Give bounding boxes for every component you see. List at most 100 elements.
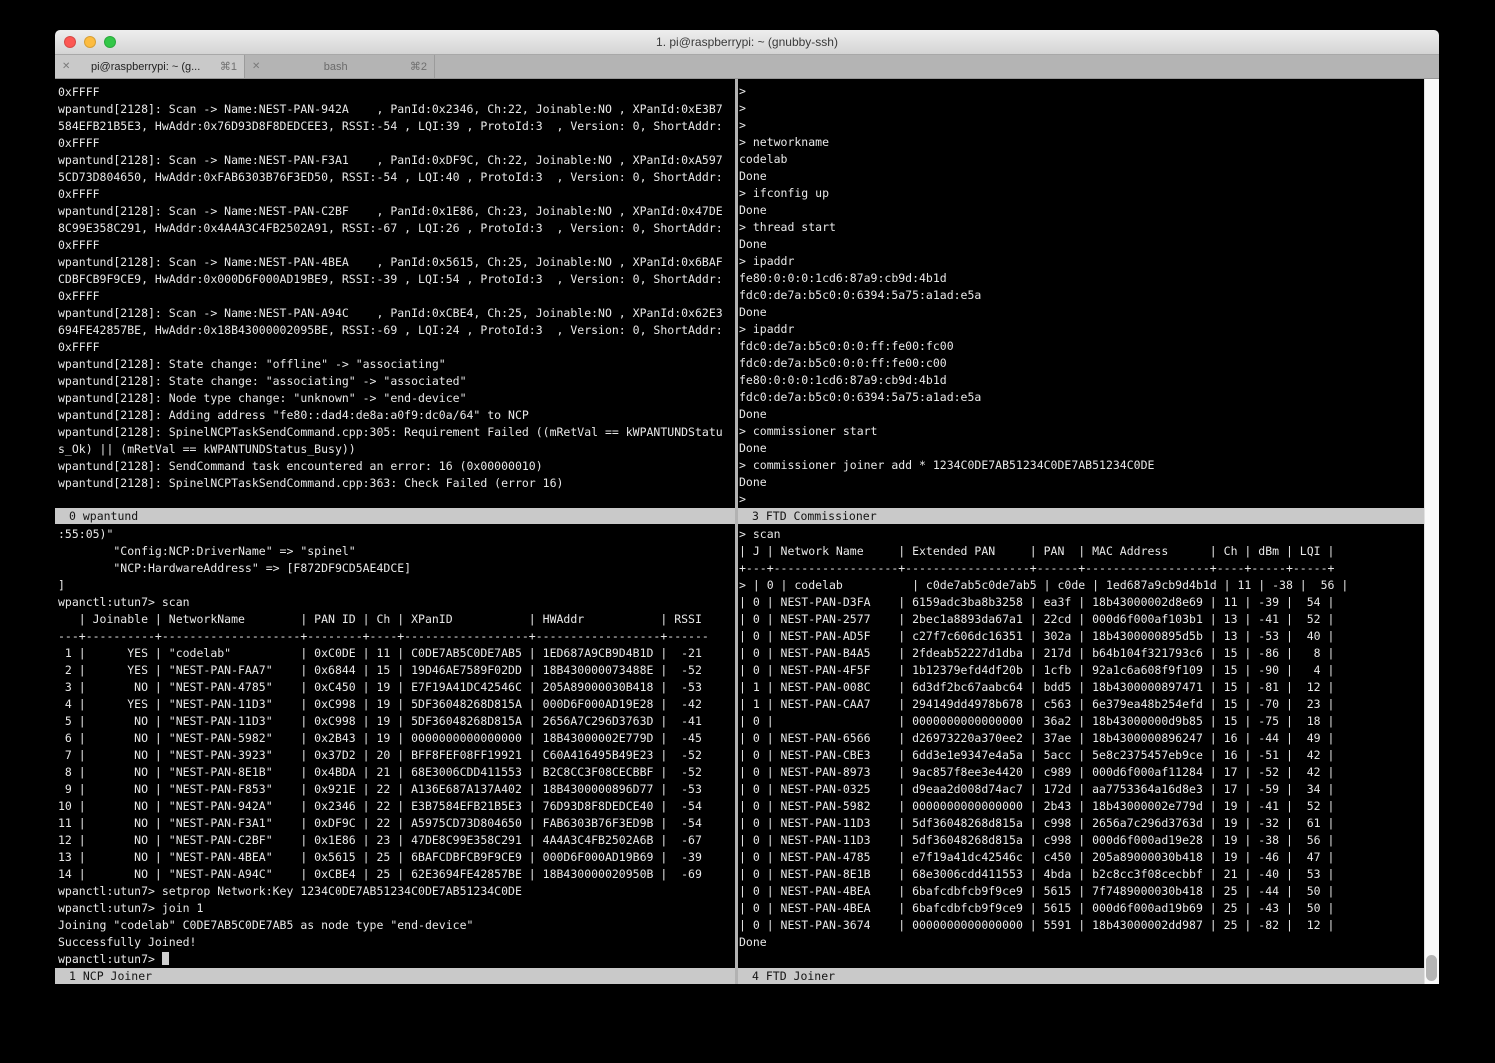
terminal-line: "NCP:HardwareAddress" => [F872DF9CD5AE4D… <box>58 560 734 577</box>
terminal-line: 694FE42857BE, HwAddr:0x18B43000002095BE,… <box>58 322 734 339</box>
terminal-line: wpantund[2128]: State change: "associati… <box>58 373 734 390</box>
terminal-line: 10 | NO | "NEST-PAN-942A" | 0x2346 | 22 … <box>58 798 734 815</box>
terminal-line: 0xFFFF <box>58 186 734 203</box>
terminal-line: > ipaddr <box>739 321 1423 338</box>
terminal-line: fdc0:de7a:b5c0:0:0:ff:fe00:c00 <box>739 355 1423 372</box>
terminal-line: | 0 | NEST-PAN-5982 | 0000000000000000 |… <box>739 798 1423 815</box>
terminal-content: 0xFFFFwpantund[2128]: Scan -> Name:NEST-… <box>55 79 1439 985</box>
terminal-line: wpanctl:utun7> <box>58 951 734 967</box>
minimize-window-button[interactable] <box>84 36 96 48</box>
terminal-line: CDBFCB9F9CE9, HwAddr:0x000D6F000AD19BE9,… <box>58 271 734 288</box>
terminal-line: Done <box>739 304 1423 321</box>
terminal-line: wpantund[2128]: SendCommand task encount… <box>58 458 734 475</box>
terminal-line: Done <box>739 934 1423 951</box>
terminal-line: 5CD73D804650, HwAddr:0xFAB6303B76F3ED50,… <box>58 169 734 186</box>
terminal-line: wpantund[2128]: Scan -> Name:NEST-PAN-A9… <box>58 305 734 322</box>
terminal-line: 0xFFFF <box>58 84 734 101</box>
terminal-line: > commissioner joiner add * 1234C0DE7AB5… <box>739 457 1423 474</box>
text-cursor <box>162 952 169 965</box>
terminal-line: > | 0 | codelab | c0de7ab5c0de7ab5 | c0d… <box>739 577 1423 594</box>
terminal-line: wpantund[2128]: Scan -> Name:NEST-PAN-94… <box>58 101 734 118</box>
pane-ftd-commissioner-cli[interactable]: >>>> networknamecodelabDone> ifconfig up… <box>739 83 1423 508</box>
window-titlebar[interactable]: 1. pi@raspberrypi: ~ (gnubby-ssh) <box>55 30 1439 55</box>
terminal-line: wpantund[2128]: Scan -> Name:NEST-PAN-4B… <box>58 254 734 271</box>
terminal-line: 11 | NO | "NEST-PAN-F3A1" | 0xDF9C | 22 … <box>58 815 734 832</box>
terminal-line: wpantund[2128]: SpinelNCPTaskSendCommand… <box>58 424 734 441</box>
terminal-line: ] <box>58 577 734 594</box>
terminal-line: 9 | NO | "NEST-PAN-F853" | 0x921E | 22 |… <box>58 781 734 798</box>
terminal-line: 2 | YES | "NEST-PAN-FAA7" | 0x6844 | 15 … <box>58 662 734 679</box>
terminal-line: 0xFFFF <box>58 288 734 305</box>
terminal-line: > networkname <box>739 134 1423 151</box>
terminal-line: Done <box>739 202 1423 219</box>
terminal-line: | 0 | NEST-PAN-11D3 | 5df36048268d815a |… <box>739 815 1423 832</box>
terminal-line: Done <box>739 406 1423 423</box>
terminal-line: > <box>739 491 1423 508</box>
tab-shortcut: ⌘1 <box>220 60 237 73</box>
tab-close-icon[interactable]: ✕ <box>252 61 260 72</box>
pane-ncp-joiner-cli[interactable]: :55:05)" "Config:NCP:DriverName" => "spi… <box>58 526 734 967</box>
zoom-window-button[interactable] <box>104 36 116 48</box>
terminal-line: Done <box>739 168 1423 185</box>
terminal-line: fdc0:de7a:b5c0:0:6394:5a75:a1ad:e5a <box>739 287 1423 304</box>
window-title: 1. pi@raspberrypi: ~ (gnubby-ssh) <box>55 30 1439 54</box>
terminal-line: | 0 | NEST-PAN-11D3 | 5df36048268d815a |… <box>739 832 1423 849</box>
pane-wpantund-log[interactable]: 0xFFFFwpantund[2128]: Scan -> Name:NEST-… <box>58 84 734 508</box>
terminal-line: > <box>739 100 1423 117</box>
tab-bar: ✕ pi@raspberrypi: ~ (g... ⌘1 ✕ bash ⌘2 <box>55 55 1439 79</box>
terminal-line: Done <box>739 236 1423 253</box>
pane-ftd-joiner-cli[interactable]: > scan| J | Network Name | Extended PAN … <box>739 526 1423 967</box>
terminal-line: | Joinable | NetworkName | PAN ID | Ch |… <box>58 611 734 628</box>
terminal-line: s_Ok) || (mRetVal == kWPANTUNDStatus_Bus… <box>58 441 734 458</box>
tab-label: bash <box>267 61 403 73</box>
terminal-line: wpantund[2128]: State change: "offline" … <box>58 356 734 373</box>
pane-status-ncp-joiner: 1 NCP Joiner <box>55 968 735 984</box>
tab-ssh-session[interactable]: ✕ pi@raspberrypi: ~ (g... ⌘1 <box>55 55 245 78</box>
terminal-line: > ifconfig up <box>739 185 1423 202</box>
terminal-line: | 0 | NEST-PAN-AD5F | c27f7c606dc16351 |… <box>739 628 1423 645</box>
terminal-line: | 0 | NEST-PAN-2577 | 2bec1a8893da67a1 |… <box>739 611 1423 628</box>
terminal-line: wpanctl:utun7> join 1 <box>58 900 734 917</box>
terminal-line: 8C99E358C291, HwAddr:0x4A4A3C4FB2502A91,… <box>58 220 734 237</box>
terminal-line: > thread start <box>739 219 1423 236</box>
terminal-line: fdc0:de7a:b5c0:0:6394:5a75:a1ad:e5a <box>739 389 1423 406</box>
terminal-line: +---+------------------+----------------… <box>739 560 1423 577</box>
terminal-line: 0xFFFF <box>58 339 734 356</box>
terminal-line: | J | Network Name | Extended PAN | PAN … <box>739 543 1423 560</box>
tab-close-icon[interactable]: ✕ <box>62 61 70 72</box>
terminal-line: ---+----------+--------------------+----… <box>58 628 734 645</box>
terminal-line: | 0 | NEST-PAN-4785 | e7f19a41dc42546c |… <box>739 849 1423 866</box>
terminal-line: wpantund[2128]: Adding address "fe80::da… <box>58 407 734 424</box>
close-window-button[interactable] <box>64 36 76 48</box>
terminal-line: 7 | NO | "NEST-PAN-3923" | 0x37D2 | 20 |… <box>58 747 734 764</box>
terminal-line: | 1 | NEST-PAN-CAA7 | 294149dd4978b678 |… <box>739 696 1423 713</box>
terminal-line: fe80:0:0:0:1cd6:87a9:cb9d:4b1d <box>739 372 1423 389</box>
terminal-line: Successfully Joined! <box>58 934 734 951</box>
terminal-line: 0xFFFF <box>58 237 734 254</box>
terminal-line: | 0 | NEST-PAN-8973 | 9ac857f8ee3e4420 |… <box>739 764 1423 781</box>
terminal-line: 12 | NO | "NEST-PAN-C2BF" | 0x1E86 | 23 … <box>58 832 734 849</box>
pane-status-wpantund: 0 wpantund <box>55 508 735 524</box>
terminal-line: | 0 | | 0000000000000000 | 36a2 | 18b430… <box>739 713 1423 730</box>
scrollbar-thumb[interactable] <box>1426 955 1437 981</box>
terminal-line: > <box>739 117 1423 134</box>
terminal-line: 6 | NO | "NEST-PAN-5982" | 0x2B43 | 19 |… <box>58 730 734 747</box>
terminal-line: "Config:NCP:DriverName" => "spinel" <box>58 543 734 560</box>
terminal-line: Joining "codelab" C0DE7AB5C0DE7AB5 as no… <box>58 917 734 934</box>
terminal-line: wpantund[2128]: SpinelNCPTaskSendCommand… <box>58 475 734 492</box>
terminal-line: Done <box>739 474 1423 491</box>
terminal-line: | 0 | NEST-PAN-B4A5 | 2fdeab52227d1dba |… <box>739 645 1423 662</box>
terminal-line: 4 | YES | "NEST-PAN-11D3" | 0xC998 | 19 … <box>58 696 734 713</box>
terminal-line: 14 | NO | "NEST-PAN-A94C" | 0xCBE4 | 25 … <box>58 866 734 883</box>
scrollbar-track[interactable] <box>1424 79 1439 984</box>
pane-status-ftd-joiner: 4 FTD Joiner <box>738 968 1439 984</box>
terminal-line: wpantund[2128]: Scan -> Name:NEST-PAN-F3… <box>58 152 734 169</box>
terminal-line: | 1 | NEST-PAN-008C | 6d3df2bc67aabc64 |… <box>739 679 1423 696</box>
terminal-line: | 0 | NEST-PAN-4BEA | 6bafcdbfcb9f9ce9 |… <box>739 883 1423 900</box>
tab-bash[interactable]: ✕ bash ⌘2 <box>245 55 435 78</box>
terminal-line: 13 | NO | "NEST-PAN-4BEA" | 0x5615 | 25 … <box>58 849 734 866</box>
terminal-line: wpanctl:utun7> scan <box>58 594 734 611</box>
terminal-line: > <box>739 83 1423 100</box>
pane-divider[interactable] <box>735 79 738 984</box>
terminal-line: wpantund[2128]: Node type change: "unkno… <box>58 390 734 407</box>
